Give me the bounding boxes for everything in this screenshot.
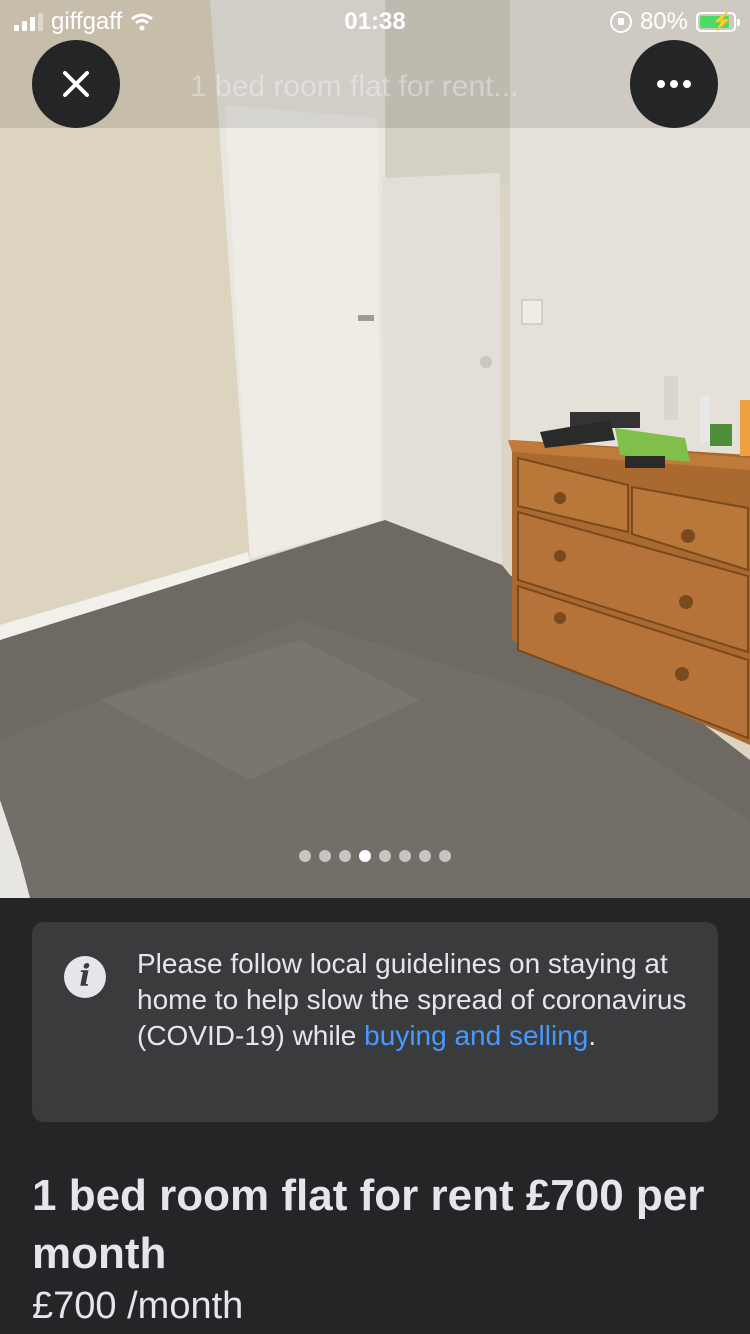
carousel-dot[interactable]	[299, 850, 311, 862]
notice-period: .	[588, 1020, 597, 1051]
listing-photo[interactable]: 1 bed room flat for rent... giffgaff 01:…	[0, 0, 750, 898]
covid-notice: i Please follow local guidelines on stay…	[32, 922, 718, 1122]
carousel-dot[interactable]	[419, 850, 431, 862]
close-icon	[63, 71, 89, 97]
battery-percent: 80%	[639, 8, 688, 35]
more-options-button[interactable]	[630, 40, 718, 128]
info-icon: i	[64, 956, 106, 998]
carousel-indicator[interactable]	[0, 850, 750, 862]
orientation-lock-icon	[609, 11, 632, 33]
close-button[interactable]	[32, 40, 120, 128]
header-title: 1 bed room flat for rent...	[190, 70, 519, 103]
status-bar: giffgaff 01:38 80% ⚡	[0, 0, 750, 44]
price-period: /month	[127, 1285, 244, 1327]
battery-icon: ⚡	[696, 11, 740, 32]
carousel-dot[interactable]	[379, 850, 391, 862]
listing-title: 1 bed room flat for rent £700 per month	[32, 1171, 705, 1278]
listing-price: £700 /month	[32, 1285, 243, 1328]
buying-selling-link[interactable]: buying and selling	[364, 1020, 588, 1051]
carousel-dot[interactable]	[339, 850, 351, 862]
notice-text: Please follow local guidelines on stayin…	[137, 946, 697, 1054]
carousel-dot[interactable]	[359, 850, 371, 862]
status-right: 80% ⚡	[609, 8, 740, 36]
carousel-dot[interactable]	[439, 850, 451, 862]
carousel-dot[interactable]	[319, 850, 331, 862]
more-horizontal-icon	[657, 80, 691, 88]
carousel-dot[interactable]	[399, 850, 411, 862]
price-amount: £700	[32, 1285, 117, 1327]
room-photo	[0, 0, 750, 898]
